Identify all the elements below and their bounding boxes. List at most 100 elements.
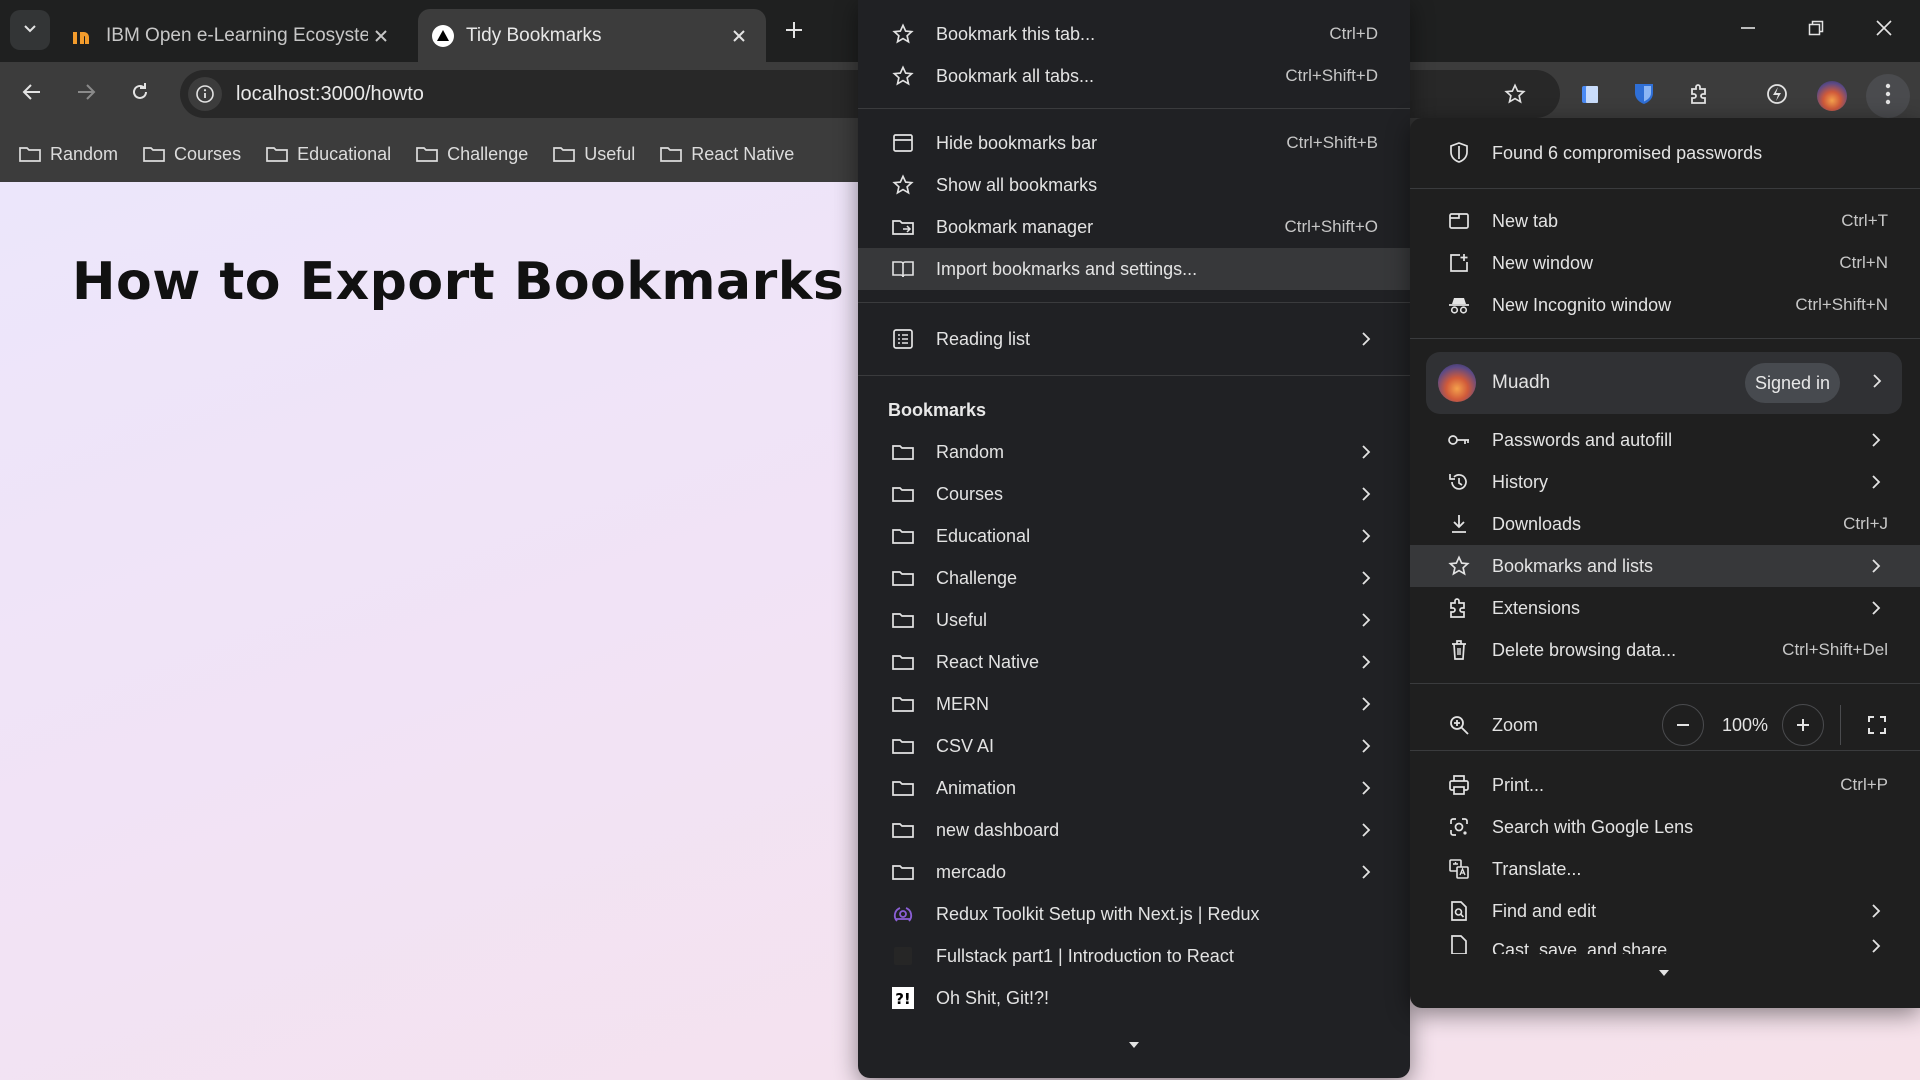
- bookmarks-section-title: Bookmarks: [888, 400, 987, 420]
- bookmark-folder-useful[interactable]: Useful: [552, 144, 635, 165]
- chevron-down-icon: [22, 20, 38, 41]
- tab-title: Tidy Bookmarks: [466, 24, 602, 46]
- bookmark-folder-item[interactable]: CSV AI: [858, 725, 1410, 767]
- menu-item-new-window[interactable]: New window Ctrl+N: [1410, 242, 1920, 284]
- zoom-in-button[interactable]: [1782, 704, 1824, 746]
- menu-separator: [858, 302, 1410, 303]
- scroll-down-icon[interactable]: [1126, 1040, 1142, 1050]
- bookmark-folder-educational[interactable]: Educational: [265, 144, 391, 165]
- bookmark-folder-courses[interactable]: Courses: [142, 144, 241, 165]
- menu-item-downloads[interactable]: Downloads Ctrl+J: [1410, 503, 1920, 545]
- reload-button[interactable]: [120, 74, 160, 114]
- lens-icon: [1446, 814, 1472, 840]
- signed-in-badge: Signed in: [1744, 363, 1840, 403]
- site-info-icon[interactable]: [188, 77, 222, 111]
- menu-item-print[interactable]: Print... Ctrl+P: [1410, 764, 1920, 806]
- menu-button[interactable]: [1866, 74, 1910, 118]
- performance-button[interactable]: [1757, 76, 1797, 116]
- bookmark-folder-item[interactable]: Animation: [858, 767, 1410, 809]
- link-label: Fullstack part1 | Introduction to React: [936, 945, 1234, 966]
- tab-ibm[interactable]: IBM Open e-Learning Ecosyster: [58, 9, 408, 62]
- extension-doc-button[interactable]: [1570, 76, 1610, 116]
- profile-row[interactable]: Muadh Signed in: [1426, 352, 1902, 414]
- folder-label: mercado: [936, 861, 1007, 882]
- menu-item-bookmark-all-tabs[interactable]: Bookmark all tabs... Ctrl+Shift+D: [858, 55, 1410, 97]
- bookmark-folder-item[interactable]: Random: [858, 431, 1410, 473]
- menu-item-extensions[interactable]: Extensions: [1410, 587, 1920, 629]
- avatar: [1817, 81, 1847, 111]
- menu-item-hide-bookmarks-bar[interactable]: Hide bookmarks bar Ctrl+Shift+B: [858, 122, 1410, 164]
- menu-item-show-all-bookmarks[interactable]: Show all bookmarks: [858, 164, 1410, 206]
- menu-item-passwords[interactable]: Passwords and autofill: [1410, 419, 1920, 461]
- bookmark-folder-item[interactable]: MERN: [858, 683, 1410, 725]
- minimize-button[interactable]: [1720, 8, 1776, 52]
- translate-icon: [1446, 856, 1472, 882]
- scroll-down-icon[interactable]: [1656, 968, 1672, 978]
- menu-item-bookmark-manager[interactable]: Bookmark manager Ctrl+Shift+O: [858, 206, 1410, 248]
- folder-label: Useful: [936, 609, 988, 630]
- menu-item-find-and-edit[interactable]: Find and edit: [1410, 890, 1920, 932]
- menu-item-label: Find and edit: [1492, 900, 1597, 921]
- menu-separator: [858, 108, 1410, 109]
- new-tab-button[interactable]: [776, 14, 812, 50]
- tab-search-button[interactable]: [10, 10, 50, 50]
- menu-item-label: Hide bookmarks bar: [936, 132, 1098, 153]
- chevron-right-icon: [1358, 780, 1374, 796]
- menu-item-label: Bookmark all tabs...: [936, 65, 1095, 86]
- close-tab-icon[interactable]: [368, 23, 394, 49]
- minimize-icon: [1740, 20, 1756, 41]
- menu-item-delete-browsing-data[interactable]: Delete browsing data... Ctrl+Shift+Del: [1410, 629, 1920, 671]
- tab-tidy-bookmarks[interactable]: Tidy Bookmarks: [418, 9, 766, 62]
- menu-item-label: Extensions: [1492, 597, 1581, 618]
- folder-icon: [266, 147, 288, 162]
- folder-icon: [890, 733, 916, 759]
- bookmark-folder-challenge[interactable]: Challenge: [415, 144, 528, 165]
- shortcut-text: Ctrl+Shift+O: [1284, 217, 1378, 236]
- bookmark-folder-item[interactable]: mercado: [858, 851, 1410, 893]
- bookmark-folder-item[interactable]: Challenge: [858, 557, 1410, 599]
- close-tab-icon[interactable]: [726, 23, 752, 49]
- menu-item-bookmarks-and-lists[interactable]: Bookmarks and lists: [1410, 545, 1920, 587]
- zoom-out-button[interactable]: [1662, 704, 1704, 746]
- bookmark-folder-item[interactable]: Useful: [858, 599, 1410, 641]
- bookmark-link-item[interactable]: Fullstack part1 | Introduction to React: [858, 935, 1410, 977]
- forward-button[interactable]: [66, 74, 106, 114]
- bookmark-label: React Native: [691, 143, 795, 164]
- folder-label: React Native: [936, 651, 1040, 672]
- bookmark-folder-item[interactable]: React Native: [858, 641, 1410, 683]
- menu-item-bookmark-this-tab[interactable]: Bookmark this tab... Ctrl+D: [858, 13, 1410, 55]
- back-button[interactable]: [12, 74, 52, 114]
- compromised-passwords-alert[interactable]: Found 6 compromised passwords: [1410, 132, 1920, 174]
- menu-item-google-lens[interactable]: Search with Google Lens: [1410, 806, 1920, 848]
- menu-item-label: New tab: [1492, 210, 1559, 231]
- menu-item-import-bookmarks[interactable]: Import bookmarks and settings...: [858, 248, 1410, 290]
- close-window-button[interactable]: [1856, 8, 1912, 52]
- bookmark-folder-item[interactable]: Educational: [858, 515, 1410, 557]
- menu-item-history[interactable]: History: [1410, 461, 1920, 503]
- bookmark-link-item[interactable]: Redux Toolkit Setup with Next.js | Redux: [858, 893, 1410, 935]
- plus-icon: [785, 21, 803, 44]
- restore-button[interactable]: [1788, 8, 1844, 52]
- shortcut-text: Ctrl+J: [1843, 514, 1888, 533]
- bookmark-folder-react-native[interactable]: React Native: [659, 144, 794, 165]
- bookmark-folder-item[interactable]: Courses: [858, 473, 1410, 515]
- menu-item-reading-list[interactable]: Reading list: [858, 318, 1410, 360]
- bookmark-star-button[interactable]: [1495, 76, 1535, 116]
- profile-button[interactable]: [1812, 76, 1852, 116]
- menu-item-new-incognito[interactable]: New Incognito window Ctrl+Shift+N: [1410, 284, 1920, 326]
- tab-title: IBM Open e-Learning Ecosyster: [106, 24, 368, 46]
- folder-label: MERN: [936, 693, 989, 714]
- menu-item-cast-save-share[interactable]: Cast, save, and share: [1410, 932, 1920, 954]
- bitwarden-button[interactable]: [1624, 76, 1664, 116]
- menu-separator: [858, 375, 1410, 376]
- menu-item-new-tab[interactable]: New tab Ctrl+T: [1410, 200, 1920, 242]
- bookmark-folder-random[interactable]: Random: [18, 144, 118, 165]
- folder-icon: [890, 691, 916, 717]
- extensions-button[interactable]: [1680, 76, 1720, 116]
- bookmark-folder-item[interactable]: new dashboard: [858, 809, 1410, 851]
- fullscreen-button[interactable]: [1856, 704, 1898, 746]
- menu-item-translate[interactable]: Translate...: [1410, 848, 1920, 890]
- bookmark-link-item[interactable]: ?! Oh Shit, Git!?!: [858, 977, 1410, 1019]
- folder-icon: [890, 481, 916, 507]
- folder-icon: [660, 147, 683, 162]
